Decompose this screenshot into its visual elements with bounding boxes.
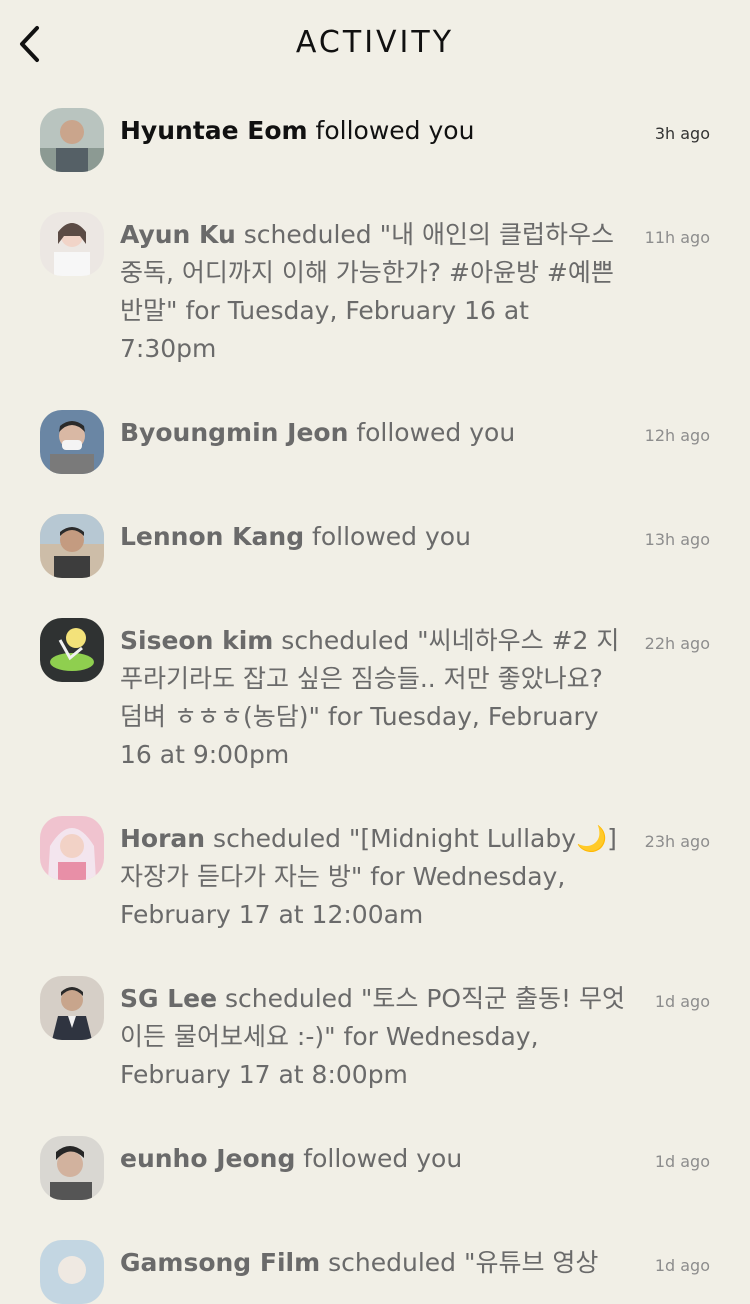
avatar[interactable] xyxy=(40,1240,104,1304)
activity-action: followed you xyxy=(307,116,475,145)
avatar-image xyxy=(40,1240,104,1304)
timestamp: 22h ago xyxy=(644,634,710,653)
activity-text: Lennon Kang followed you xyxy=(120,518,625,556)
avatar-image xyxy=(40,108,104,172)
timestamp: 11h ago xyxy=(644,228,710,247)
user-name[interactable]: Horan xyxy=(120,824,205,853)
avatar[interactable] xyxy=(40,212,104,276)
avatar-image xyxy=(40,410,104,474)
timestamp: 3h ago xyxy=(654,124,710,143)
timestamp: 1d ago xyxy=(654,1256,710,1275)
timestamp: 1d ago xyxy=(654,1152,710,1171)
avatar[interactable] xyxy=(40,410,104,474)
user-name[interactable]: Lennon Kang xyxy=(120,522,304,551)
activity-text: Byoungmin Jeon followed you xyxy=(120,414,625,452)
avatar-image xyxy=(40,514,104,578)
activity-action: followed you xyxy=(304,522,471,551)
avatar-image xyxy=(40,976,104,1040)
user-name[interactable]: Gamsong Film xyxy=(120,1248,320,1277)
timestamp: 23h ago xyxy=(644,832,710,851)
header: ACTIVITY xyxy=(0,0,750,92)
avatar[interactable] xyxy=(40,976,104,1040)
user-name[interactable]: Hyuntae Eom xyxy=(120,116,308,145)
avatar-image xyxy=(40,618,104,682)
avatar-image xyxy=(40,1136,104,1200)
avatar[interactable] xyxy=(40,816,104,880)
user-name[interactable]: Byoungmin Jeon xyxy=(120,418,348,447)
activity-text: Hyuntae Eom followed you xyxy=(120,112,625,150)
avatar[interactable] xyxy=(40,108,104,172)
activity-text: Horan scheduled "[Midnight Lullaby🌙] 자장가… xyxy=(120,820,625,934)
avatar-image xyxy=(40,212,104,276)
activity-action: followed you xyxy=(295,1144,463,1173)
activity-action: scheduled "유튜브 영상 xyxy=(320,1248,599,1277)
avatar[interactable] xyxy=(40,1136,104,1200)
activity-text: Siseon kim scheduled "씨네하우스 #2 지푸라기라도 잡고… xyxy=(120,622,625,774)
activity-action: followed you xyxy=(348,418,516,447)
activity-text: Ayun Ku scheduled "내 애인의 클럽하우스 중독, 어디까지 … xyxy=(120,216,625,368)
timestamp: 13h ago xyxy=(644,530,710,549)
avatar[interactable] xyxy=(40,618,104,682)
activity-text: eunho Jeong followed you xyxy=(120,1140,625,1178)
timestamp: 1d ago xyxy=(654,992,710,1011)
avatar[interactable] xyxy=(40,514,104,578)
page-title: ACTIVITY xyxy=(295,25,455,60)
user-name[interactable]: SG Lee xyxy=(120,984,217,1013)
activity-text: SG Lee scheduled "토스 PO직군 출동! 무엇이든 물어보세요… xyxy=(120,980,625,1094)
user-name[interactable]: Ayun Ku xyxy=(120,220,236,249)
avatar-image xyxy=(40,816,104,880)
timestamp: 12h ago xyxy=(644,426,710,445)
activity-text: Gamsong Film scheduled "유튜브 영상 xyxy=(120,1244,625,1282)
user-name[interactable]: Siseon kim xyxy=(120,626,273,655)
user-name[interactable]: eunho Jeong xyxy=(120,1144,295,1173)
